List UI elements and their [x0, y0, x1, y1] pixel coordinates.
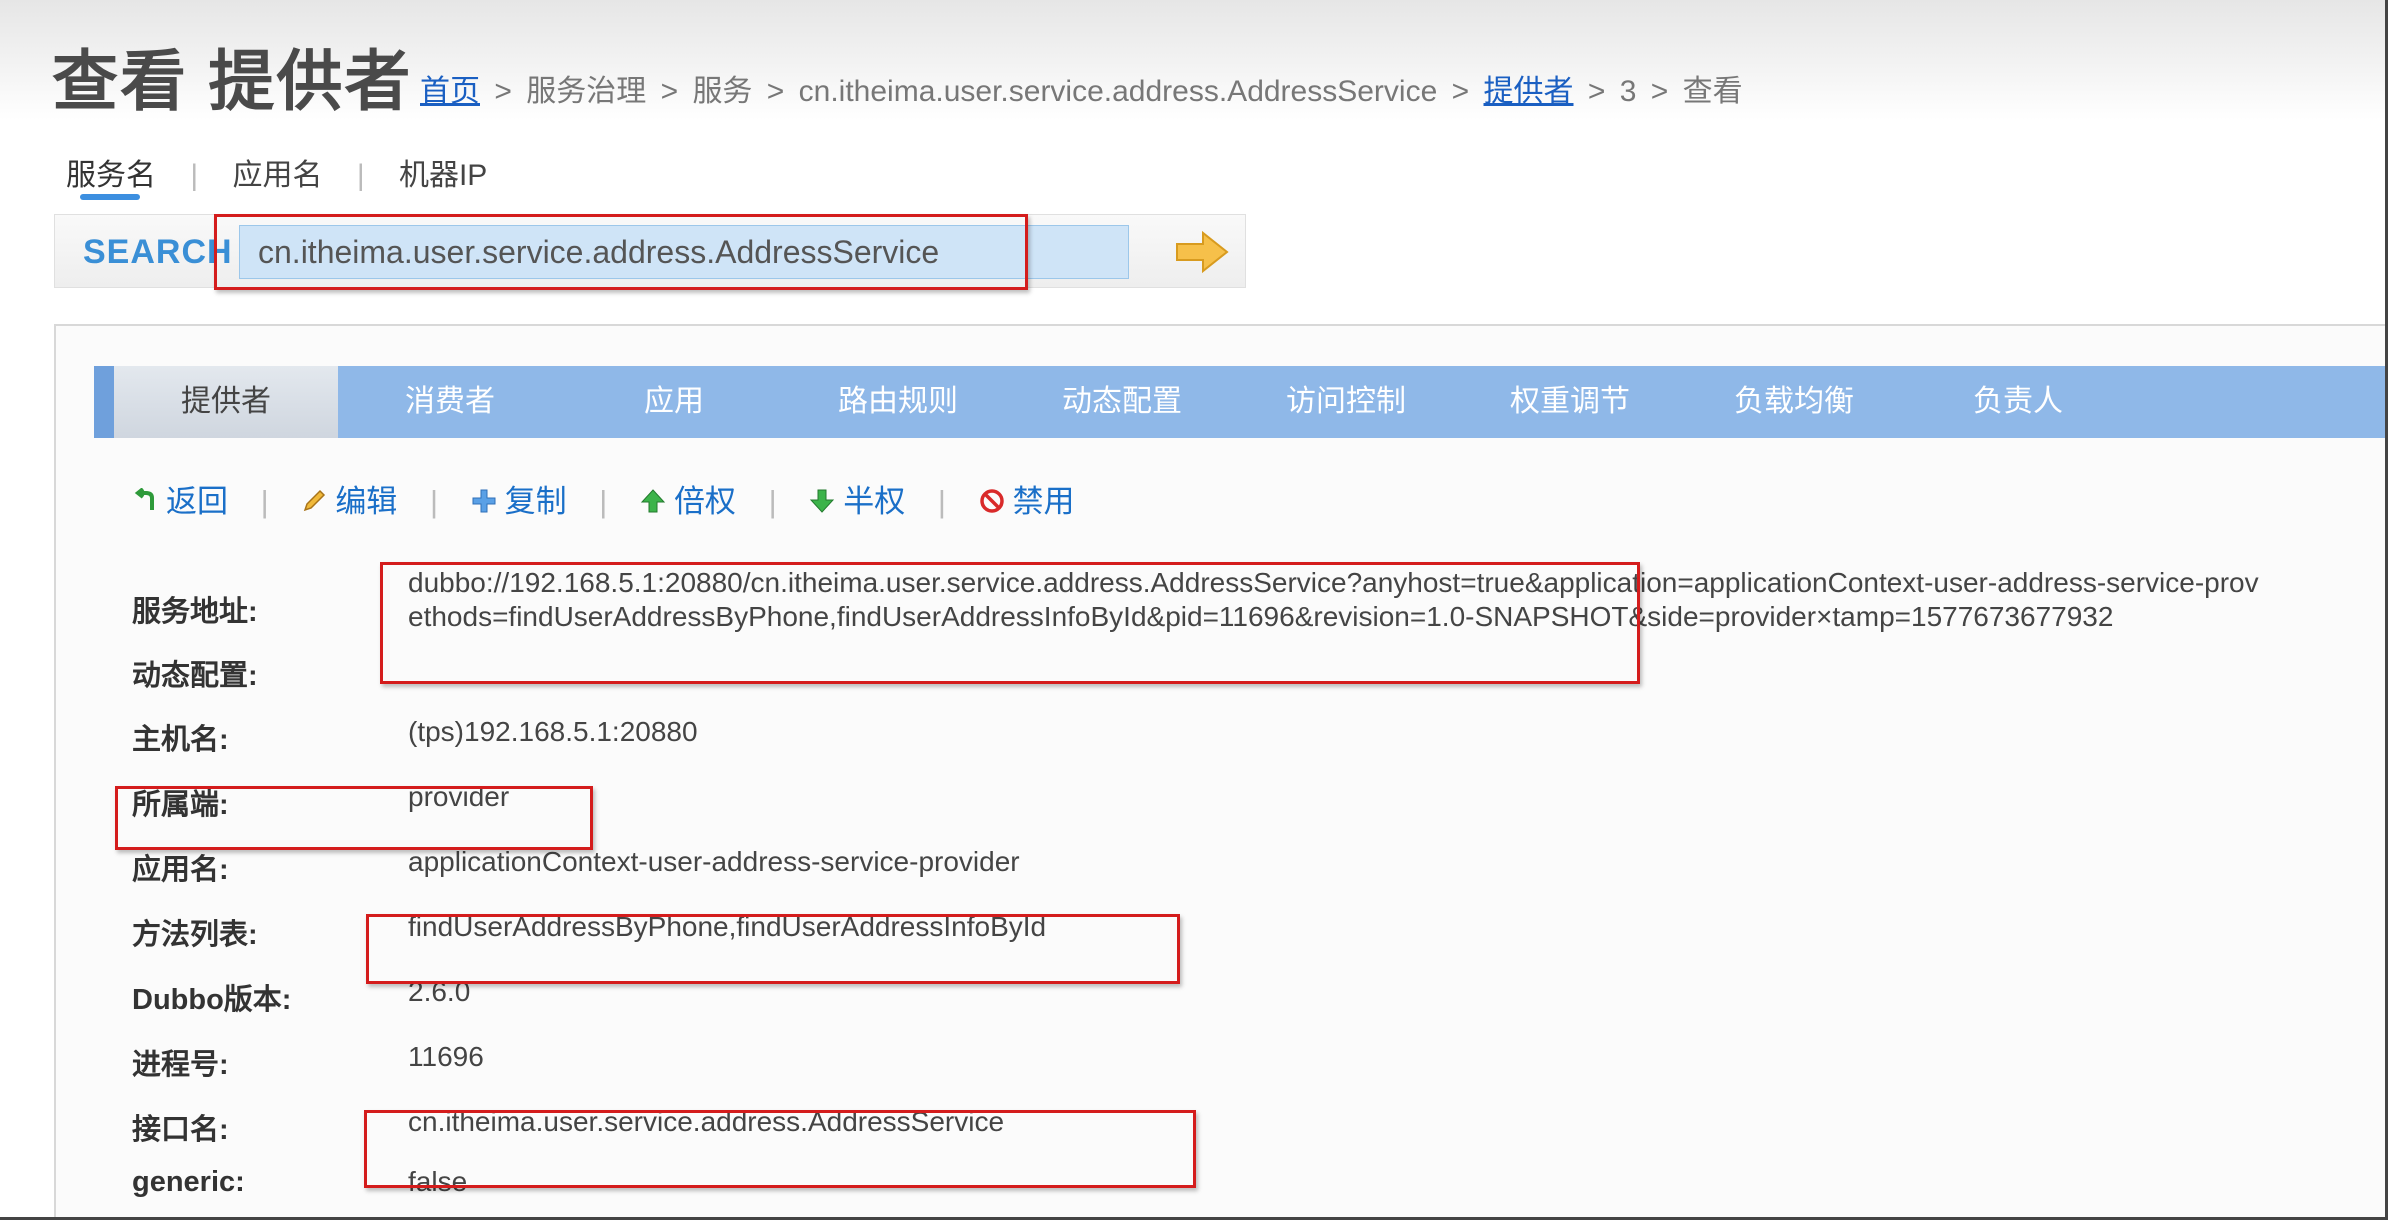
search-type-divider: | — [190, 159, 199, 192]
search-type-tabs: 服务名 | 应用名 | 机器IP — [66, 150, 487, 200]
host-value: (tps)192.168.5.1:20880 — [408, 716, 698, 747]
double-weight-label: 倍权 — [673, 484, 736, 519]
action-divider: | — [768, 484, 777, 519]
breadcrumb: 首页 > 服务治理 > 服务 > cn.itheima.user.service… — [420, 66, 1743, 110]
tab-bar: 提供者 消费者 应用 路由规则 动态配置 访问控制 权重调节 负载均衡 负责人 — [94, 366, 2385, 438]
pid-label: 进程号: — [132, 1049, 229, 1081]
breadcrumb-governance: 服务治理 — [526, 75, 647, 108]
methods-value: findUserAddressByPhone,findUserAddressIn… — [408, 911, 1047, 942]
breadcrumb-separator: > — [1451, 75, 1470, 108]
half-weight-button[interactable]: 半权 — [809, 476, 905, 521]
generic-value: false — [408, 1166, 468, 1197]
side-value: provider — [408, 781, 510, 812]
action-divider: | — [260, 484, 269, 519]
generic-label: generic: — [132, 1166, 245, 1198]
back-label: 返回 — [166, 484, 228, 519]
host-label: 主机名: — [132, 724, 229, 756]
address-label: 服务地址: — [132, 596, 258, 628]
arrow-right-icon — [1176, 230, 1229, 274]
breadcrumb-separator: > — [660, 75, 679, 108]
search-type-host-ip[interactable]: 机器IP — [399, 150, 487, 194]
action-divider: | — [599, 484, 608, 519]
search-go-button[interactable] — [1173, 229, 1231, 275]
breadcrumb-id: 3 — [1619, 75, 1637, 108]
edit-button[interactable]: 编辑 — [301, 476, 397, 521]
breadcrumb-separator: > — [1650, 75, 1669, 108]
breadcrumb-service: 服务 — [692, 75, 753, 108]
dubbo-version-value: 2.6.0 — [408, 976, 471, 1007]
disable-label: 禁用 — [1012, 484, 1075, 519]
address-value: dubbo://192.168.5.1:20880/cn.itheima.use… — [408, 567, 2259, 632]
interface-value: cn.itheima.user.service.address.AddressS… — [408, 1106, 1005, 1137]
pid-value: 11696 — [408, 1041, 484, 1072]
action-divider: | — [429, 484, 438, 519]
tab-providers[interactable]: 提供者 — [114, 366, 338, 438]
action-toolbar: 返回 | 编辑 | 复制 | 倍权 | 半权 | 禁用 — [132, 476, 1075, 521]
search-label: SEARCH — [83, 233, 233, 271]
breadcrumb-home-link[interactable]: 首页 — [420, 75, 480, 108]
dubbo-version-label: Dubbo版本: — [132, 984, 292, 1016]
tab-owners[interactable]: 负责人 — [1906, 366, 2130, 438]
tab-load-balance[interactable]: 负载均衡 — [1682, 366, 1906, 438]
detail-panel: 提供者 消费者 应用 路由规则 动态配置 访问控制 权重调节 负载均衡 负责人 … — [54, 324, 2385, 1217]
methods-label: 方法列表: — [132, 919, 258, 951]
tab-applications[interactable]: 应用 — [562, 366, 786, 438]
edit-label: 编辑 — [335, 484, 398, 519]
double-weight-button[interactable]: 倍权 — [640, 476, 736, 521]
tab-weight[interactable]: 权重调节 — [1458, 366, 1682, 438]
half-weight-label: 半权 — [843, 484, 906, 519]
breadcrumb-service-name: cn.itheima.user.service.address.AddressS… — [798, 75, 1438, 108]
search-bar: SEARCH — [54, 214, 1246, 288]
pencil-icon — [304, 489, 326, 512]
tab-bar-edge — [94, 366, 114, 438]
search-type-service[interactable]: 服务名 — [66, 150, 156, 200]
page-title: 查看 提供者 — [52, 44, 413, 118]
ban-icon — [979, 489, 1004, 513]
plus-icon — [472, 489, 496, 513]
breadcrumb-view: 查看 — [1682, 75, 1743, 108]
dynamic-config-label: 动态配置: — [132, 660, 258, 692]
search-type-divider: | — [356, 159, 365, 192]
breadcrumb-separator: > — [766, 75, 785, 108]
tab-dynamic-config[interactable]: 动态配置 — [1010, 366, 1234, 438]
search-input[interactable] — [239, 225, 1129, 279]
arrow-up-icon — [640, 489, 666, 513]
back-button[interactable]: 返回 — [132, 476, 228, 521]
tab-routing-rules[interactable]: 路由规则 — [786, 366, 1010, 438]
interface-label: 接口名: — [132, 1114, 229, 1146]
breadcrumb-providers-link[interactable]: 提供者 — [1484, 75, 1574, 108]
back-icon — [134, 487, 154, 510]
action-divider: | — [937, 484, 946, 519]
copy-label: 复制 — [504, 484, 567, 519]
copy-button[interactable]: 复制 — [471, 476, 567, 521]
application-label: 应用名: — [132, 854, 229, 886]
application-value: applicationContext-user-address-service-… — [408, 846, 1020, 877]
page-frame: 查看 提供者 首页 > 服务治理 > 服务 > cn.itheima.user.… — [0, 0, 2388, 1220]
arrow-down-icon — [810, 489, 835, 513]
disable-button[interactable]: 禁用 — [979, 476, 1075, 521]
side-label: 所属端: — [132, 789, 229, 821]
tab-consumers[interactable]: 消费者 — [338, 366, 562, 438]
breadcrumb-separator: > — [1587, 75, 1606, 108]
breadcrumb-separator: > — [494, 75, 512, 108]
search-type-application[interactable]: 应用名 — [232, 150, 322, 194]
tab-access-control[interactable]: 访问控制 — [1234, 366, 1458, 438]
